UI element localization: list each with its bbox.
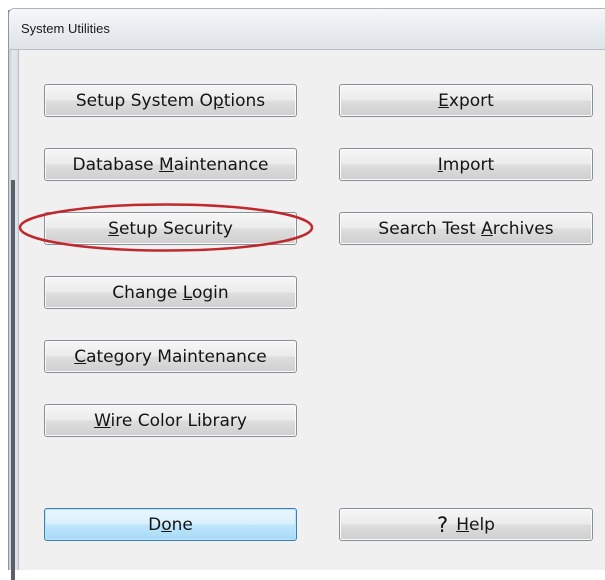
button-label: Export (438, 90, 494, 111)
button-label: Import (437, 154, 495, 175)
title-bar[interactable]: System Utilities (8, 8, 605, 50)
search-test-archives-button[interactable]: Search Test Archives (339, 212, 593, 245)
button-label: Help (456, 514, 495, 535)
change-login-button[interactable]: Change Login (44, 276, 297, 309)
system-utilities-window: System Utilities Setup System Options Da… (0, 0, 605, 580)
button-label: Change Login (112, 282, 229, 303)
window-title: System Utilities (21, 21, 110, 36)
dialog-client-area (18, 50, 605, 570)
button-label: Database Maintenance (72, 154, 269, 175)
export-button[interactable]: Export (339, 84, 593, 117)
database-maintenance-button[interactable]: Database Maintenance (44, 148, 297, 181)
button-label: Category Maintenance (74, 346, 267, 367)
category-maintenance-button[interactable]: Category Maintenance (44, 340, 297, 373)
import-button[interactable]: Import (339, 148, 593, 181)
wire-color-library-button[interactable]: Wire Color Library (44, 404, 297, 437)
button-label: Setup System Options (75, 90, 266, 111)
help-button[interactable]: ? Help (339, 508, 593, 541)
button-label: Search Test Archives (378, 218, 554, 239)
button-label: Wire Color Library (94, 410, 247, 431)
button-label: Setup Security (108, 218, 233, 239)
button-label: Done (148, 514, 193, 535)
setup-security-button[interactable]: Setup Security (44, 212, 297, 245)
setup-system-options-button[interactable]: Setup System Options (44, 84, 297, 117)
done-button[interactable]: Done (44, 508, 297, 541)
help-icon: ? (437, 512, 449, 537)
